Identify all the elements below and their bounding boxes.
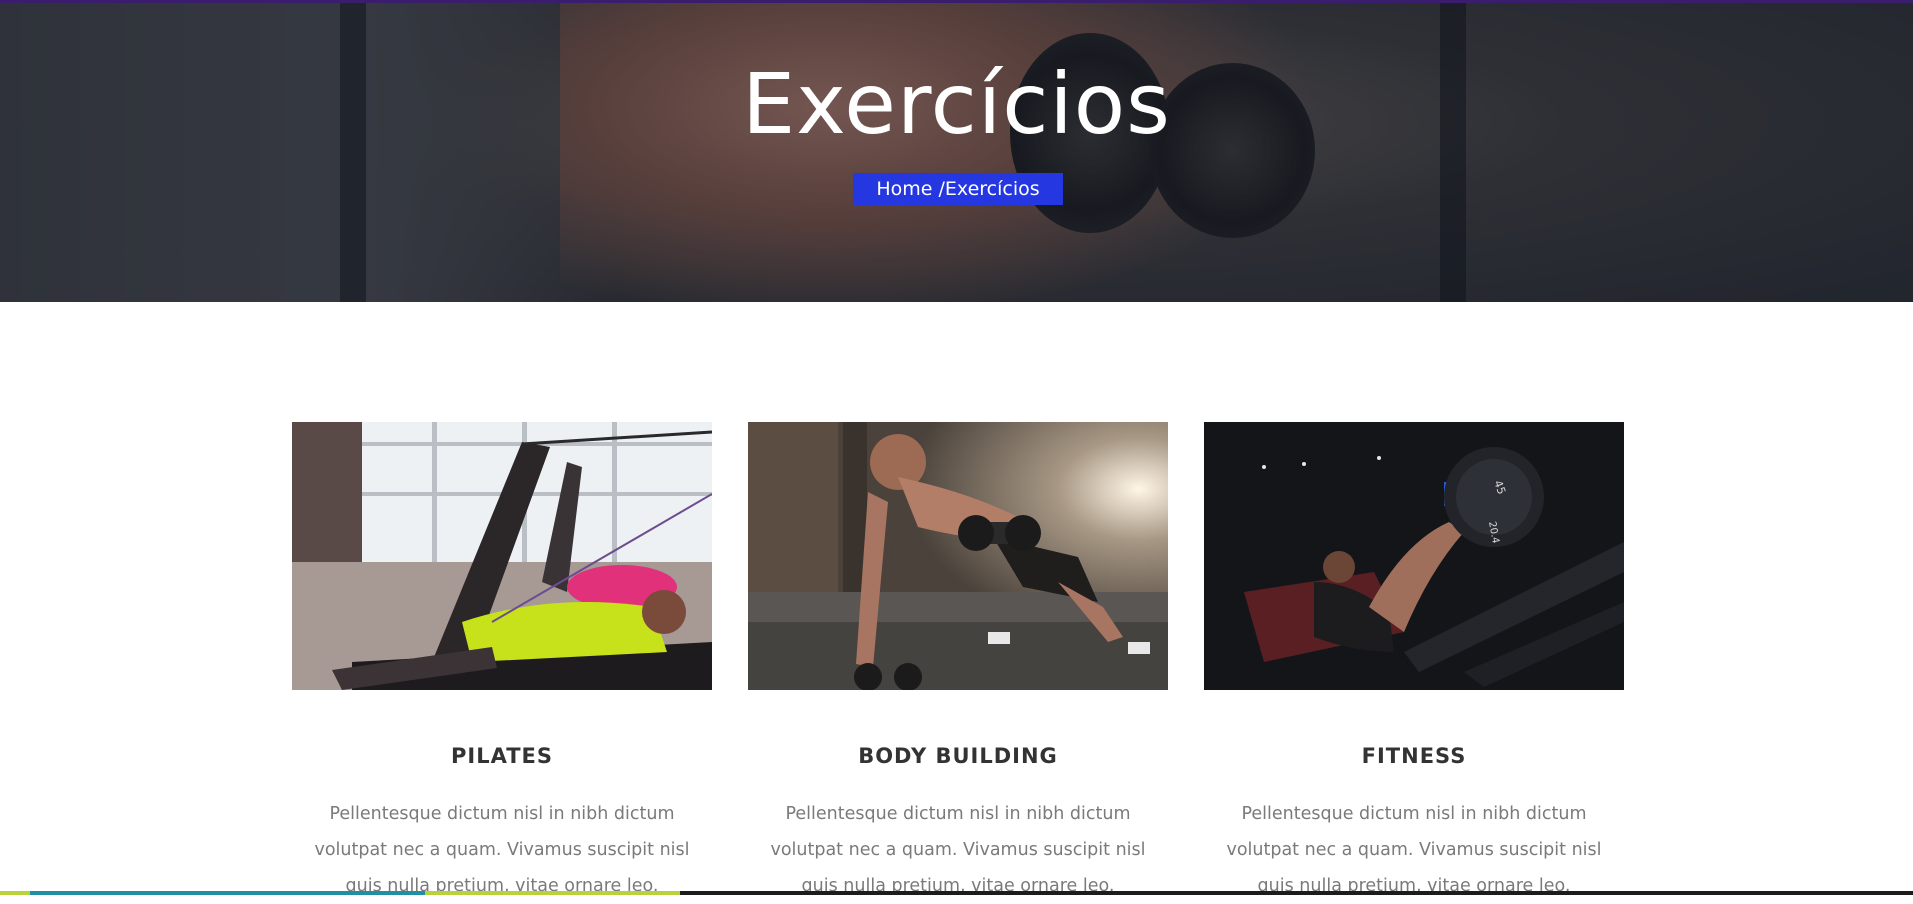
bottom-bar	[0, 891, 1913, 895]
bottom-bar-segment	[425, 891, 680, 895]
card-description: Pellentesque dictum nisl in nibh dictum …	[770, 804, 1146, 896]
body-building-photo[interactable]	[748, 422, 1168, 690]
exercise-card-fitness: 45 20.4 FITNESS Pellentesque dictum nisl…	[1204, 422, 1624, 896]
pilates-image	[292, 422, 712, 690]
card-title: BODY BUILDING	[858, 744, 1058, 768]
page-banner: Exercícios Home /Exercícios	[0, 3, 1913, 302]
card-description: Pellentesque dictum nisl in nibh dictum …	[314, 804, 690, 896]
exercise-card-pilates: PILATES Pellentesque dictum nisl in nibh…	[292, 422, 712, 896]
page-title: Exercícios	[742, 55, 1171, 153]
fitness-photo[interactable]: 45 20.4	[1204, 422, 1624, 690]
breadcrumb-home-link[interactable]: Home	[876, 178, 932, 200]
pilates-photo[interactable]	[292, 422, 712, 690]
card-description: Pellentesque dictum nisl in nibh dictum …	[1226, 804, 1602, 896]
card-title: FITNESS	[1361, 744, 1467, 768]
breadcrumb-current: Exercícios	[944, 178, 1040, 200]
breadcrumb: Home /Exercícios	[853, 173, 1063, 205]
body-building-image	[748, 422, 1168, 690]
bottom-bar-segment	[0, 891, 30, 895]
fitness-image: 45 20.4	[1204, 422, 1624, 690]
exercise-card-body-building: BODY BUILDING Pellentesque dictum nisl i…	[748, 422, 1168, 896]
bottom-bar-segment	[30, 891, 425, 895]
card-title: PILATES	[450, 744, 553, 768]
